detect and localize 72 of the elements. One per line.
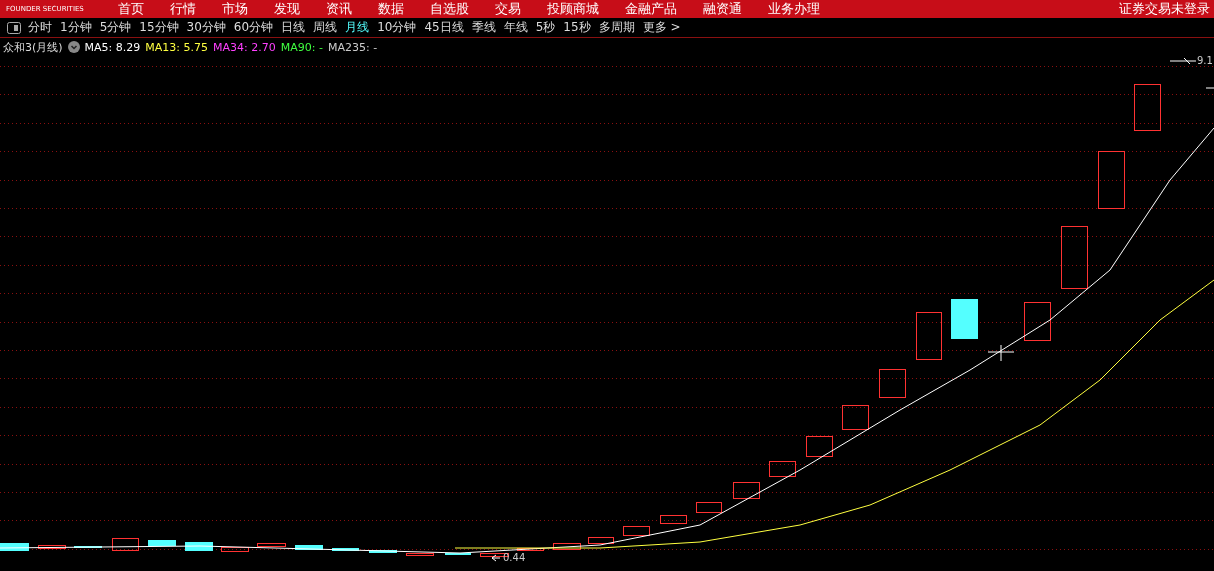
candlestick [1134, 84, 1161, 131]
nav-link[interactable]: 自选股 [430, 0, 469, 18]
candlestick [406, 553, 434, 556]
period-tab[interactable]: 周线 [313, 19, 338, 36]
candlestick [769, 461, 796, 477]
candlestick [696, 502, 722, 513]
dropdown-icon[interactable] [67, 41, 80, 53]
candlestick [38, 545, 66, 549]
nav-link[interactable]: 发现 [274, 0, 300, 18]
nav-link[interactable]: 融资通 [703, 0, 742, 18]
period-tab[interactable]: 1分钟 [60, 19, 92, 36]
arrow-icon [491, 554, 501, 562]
nav-link[interactable]: 交易 [495, 0, 521, 18]
high-price-label: 9.1 [1197, 55, 1213, 66]
period-tab[interactable]: 日线 [281, 19, 306, 36]
period-tab[interactable]: 60分钟 [233, 19, 274, 36]
nav-link[interactable]: 投顾商城 [547, 0, 599, 18]
indicator-value: MA34: 2.70 [213, 40, 276, 54]
period-tab[interactable]: 30分钟 [186, 19, 226, 36]
candlestick [257, 543, 286, 547]
candlestick [148, 540, 176, 546]
indicator-value: MA235: - [327, 40, 378, 54]
candlestick [517, 548, 544, 551]
low-price-label: 0.44 [503, 552, 526, 563]
nav-link[interactable]: 业务办理 [768, 0, 820, 18]
period-tab[interactable]: 5分钟 [99, 19, 132, 36]
candlestick [332, 548, 359, 551]
candlestick [806, 436, 833, 457]
candlestick [951, 299, 978, 339]
period-tab[interactable]: 45日线 [424, 19, 464, 36]
period-tab[interactable]: 5秒 [535, 19, 556, 36]
candlestick [916, 312, 942, 360]
period-tab[interactable]: 15秒 [563, 19, 591, 36]
candlestick [369, 550, 397, 553]
period-tab[interactable]: 10分钟 [377, 19, 417, 36]
nav-link[interactable]: 行情 [170, 0, 196, 18]
candlestick [185, 542, 213, 551]
candlestick [1024, 302, 1051, 341]
candlestick [553, 543, 581, 550]
panel-toggle-icon[interactable] [6, 20, 22, 35]
candlestick [221, 547, 249, 552]
nav-link[interactable]: 市场 [222, 0, 248, 18]
nav-link[interactable]: 首页 [118, 0, 144, 18]
nav-link[interactable]: 资讯 [326, 0, 352, 18]
candlestick [733, 482, 760, 499]
candlestick [112, 538, 139, 551]
indicator-value: MA13: 5.75 [145, 40, 209, 54]
candlestick [623, 526, 650, 536]
candlestick [445, 553, 471, 555]
candlestick [842, 405, 869, 430]
indicator-value: MA90: - [280, 40, 323, 54]
candlestick [588, 537, 614, 544]
chart-title: 众和3(月线) [3, 39, 63, 55]
nav-link[interactable]: 金融产品 [625, 0, 677, 18]
period-tab[interactable]: 15分钟 [139, 19, 179, 36]
period-tab[interactable]: 季线 [471, 19, 496, 36]
candlestick [1098, 151, 1125, 209]
period-tab[interactable]: 分时 [28, 19, 52, 36]
period-tab[interactable]: 月线 [345, 19, 370, 36]
period-tab[interactable]: 多周期 [598, 19, 635, 36]
period-tab[interactable]: 年线 [503, 19, 528, 36]
candlestick [1061, 226, 1088, 289]
candlestick [879, 369, 906, 398]
price-marker [1205, 87, 1214, 89]
period-tab[interactable]: 更多 > [642, 19, 681, 36]
candlestick [295, 545, 323, 550]
crosshair-icon [987, 344, 1015, 362]
candlestick [660, 515, 687, 524]
nav-link[interactable]: 数据 [378, 0, 404, 18]
candlestick [0, 543, 29, 551]
login-status[interactable]: 证券交易未登录 [1119, 0, 1210, 18]
indicator-value: MA5: 8.29 [84, 40, 141, 54]
